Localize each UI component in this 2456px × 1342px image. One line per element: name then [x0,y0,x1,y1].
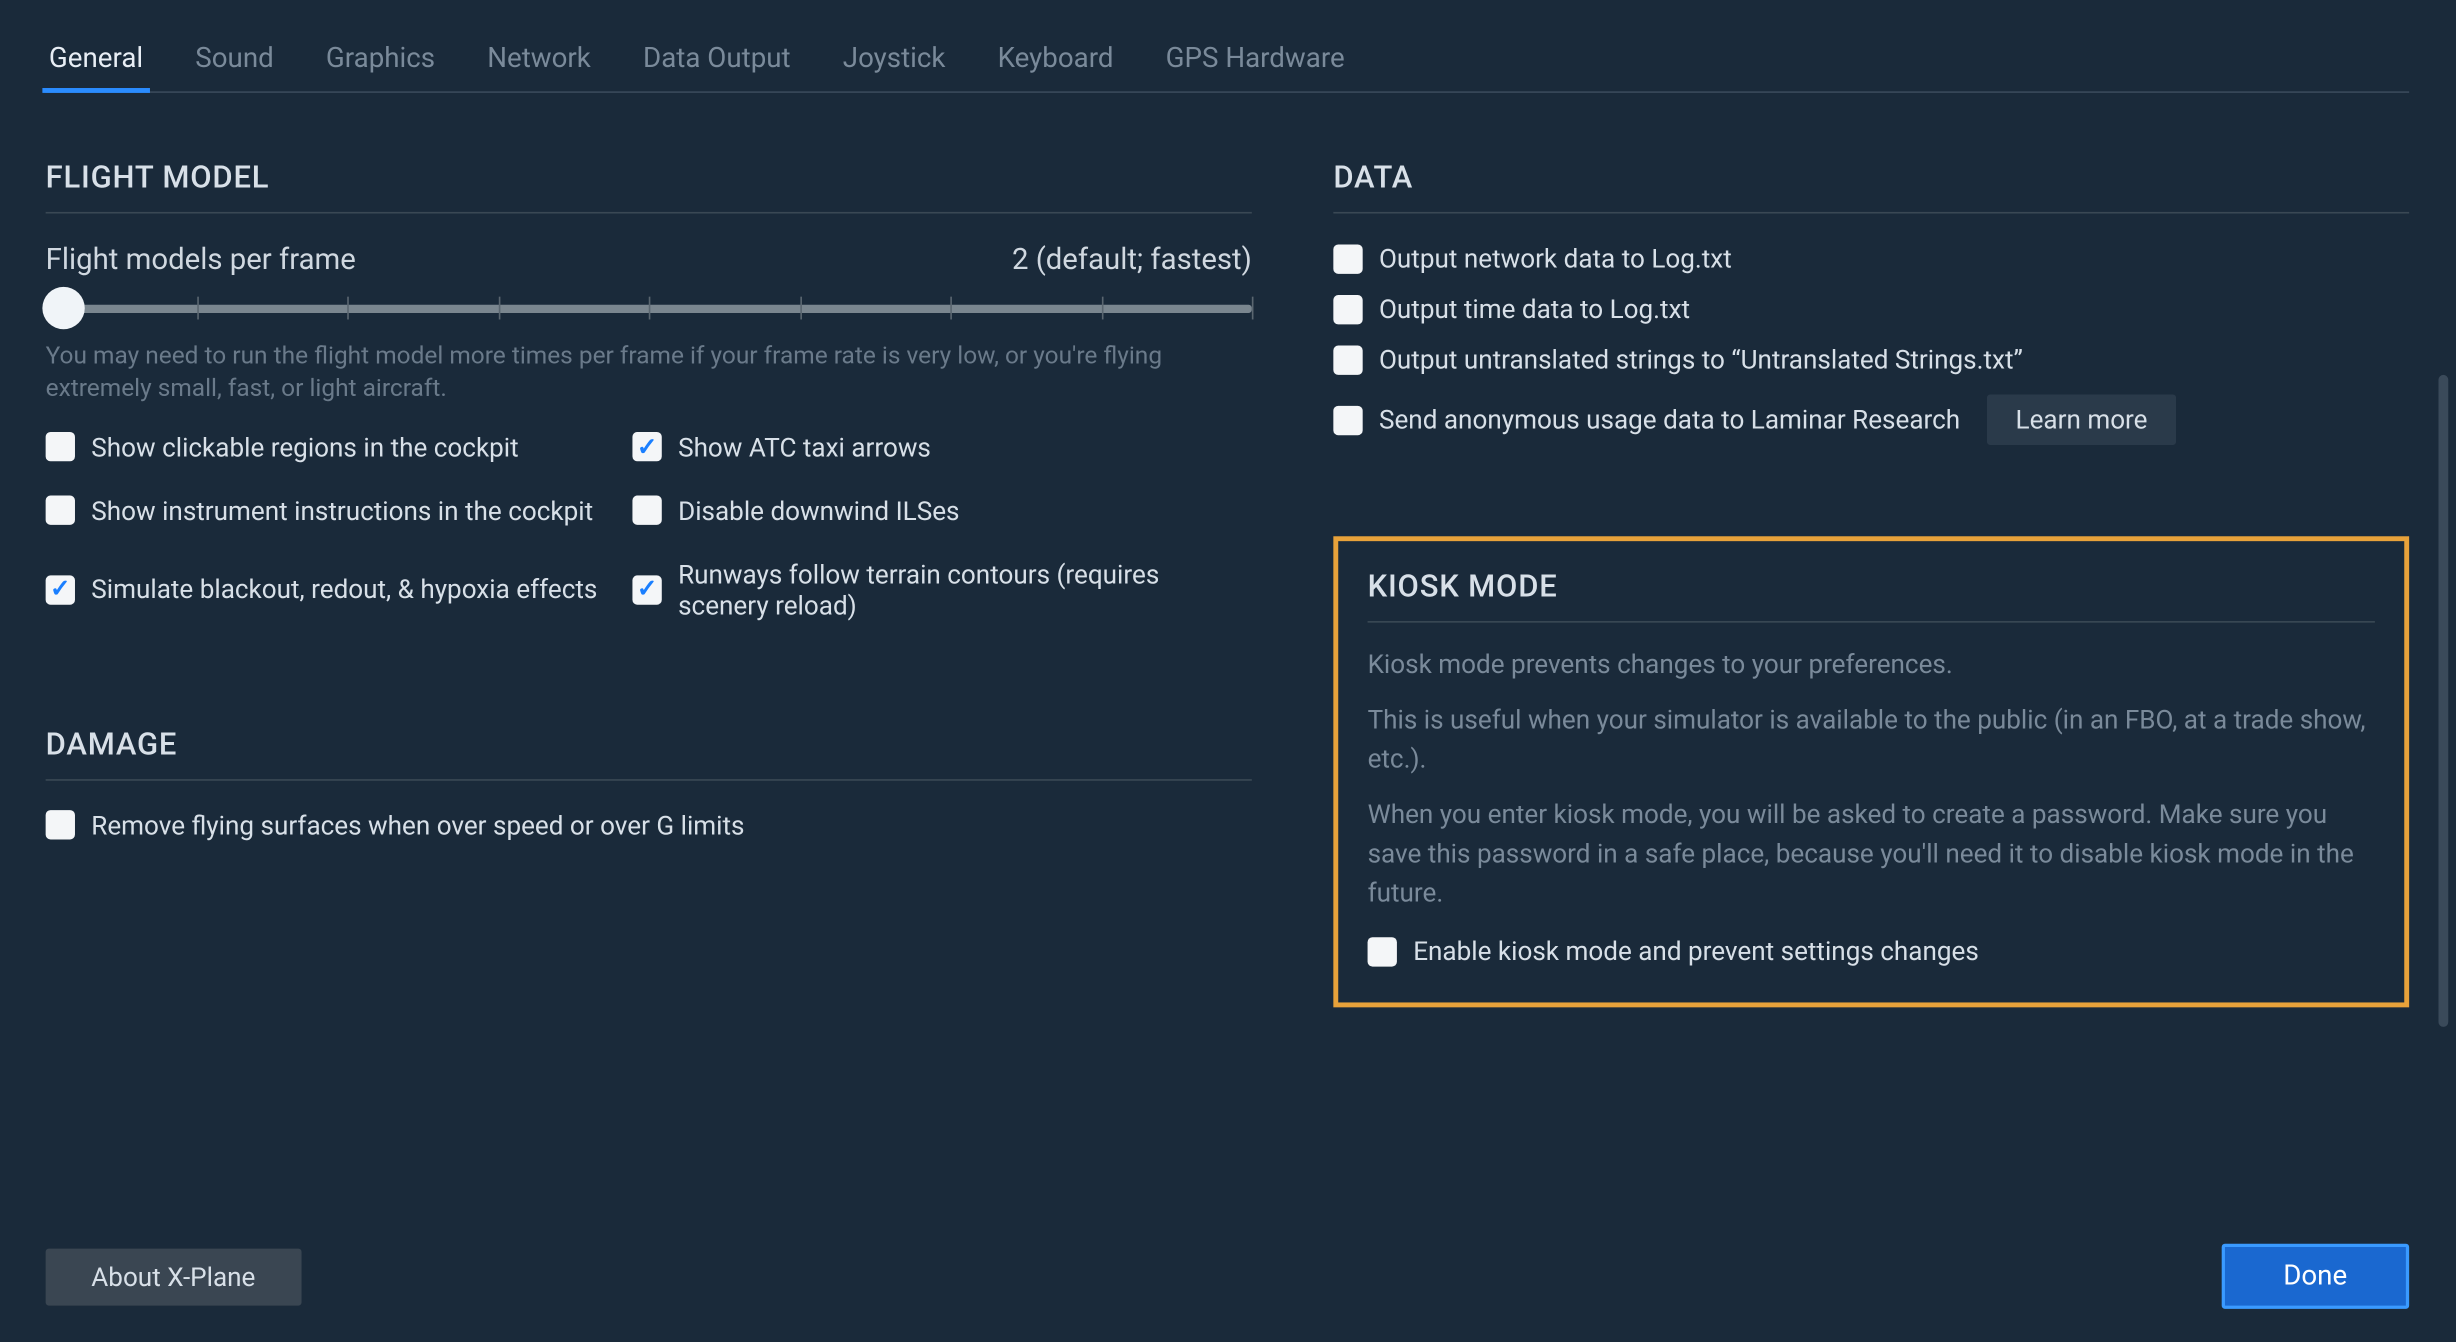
checkbox-icon [46,575,75,604]
done-button[interactable]: Done [2221,1244,2409,1309]
check-output-untranslated[interactable]: Output untranslated strings to “Untransl… [1333,344,2409,375]
tab-gps-hardware[interactable]: GPS Hardware [1162,33,1348,92]
settings-tabs: General Sound Graphics Network Data Outp… [46,33,2410,93]
slider-thumb[interactable] [42,287,84,329]
learn-more-button[interactable]: Learn more [1986,394,2177,445]
checkbox-icon [632,496,661,525]
flight-model-heading: FLIGHT MODEL [46,158,1252,213]
checkbox-icon [46,496,75,525]
checkbox-label: Show clickable regions in the cockpit [91,431,518,462]
checkbox-label: Send anonymous usage data to Laminar Res… [1379,404,1960,435]
tab-data-output[interactable]: Data Output [640,33,794,92]
slider-label: Flight models per frame [46,243,356,277]
checkbox-icon [1333,294,1362,323]
check-remove-surfaces[interactable]: Remove flying surfaces when over speed o… [46,809,1252,840]
check-clickable-regions[interactable]: Show clickable regions in the cockpit [46,431,633,462]
check-blackout[interactable]: Simulate blackout, redout, & hypoxia eff… [46,558,633,620]
checkbox-icon [1368,936,1397,965]
kiosk-text-3: When you enter kiosk mode, you will be a… [1368,795,2375,912]
slider-help-text: You may need to run the flight model mor… [46,339,1252,405]
tab-graphics[interactable]: Graphics [323,33,439,92]
check-disable-downwind[interactable]: Disable downwind ILSes [632,495,1251,526]
tab-sound[interactable]: Sound [192,33,277,92]
data-heading: DATA [1333,158,2409,213]
tab-network[interactable]: Network [484,33,594,92]
checkbox-label: Runways follow terrain contours (require… [678,558,1252,620]
check-instrument-instructions[interactable]: Show instrument instructions in the cock… [46,495,633,526]
check-output-network[interactable]: Output network data to Log.txt [1333,243,2409,274]
tab-keyboard[interactable]: Keyboard [994,33,1116,92]
checkbox-icon [1333,244,1362,273]
tab-general[interactable]: General [46,33,147,92]
kiosk-text-2: This is useful when your simulator is av… [1368,701,2375,779]
checkbox-icon [46,432,75,461]
check-enable-kiosk[interactable]: Enable kiosk mode and prevent settings c… [1368,936,2375,967]
checkbox-icon [1333,405,1362,434]
kiosk-mode-section: KIOSK MODE Kiosk mode prevents changes t… [1333,536,2409,1007]
check-atc-taxi[interactable]: Show ATC taxi arrows [632,431,1251,462]
checkbox-icon [46,810,75,839]
checkbox-icon [1333,345,1362,374]
kiosk-text-1: Kiosk mode prevents changes to your pref… [1368,645,2375,684]
check-runways-terrain[interactable]: Runways follow terrain contours (require… [632,558,1251,620]
checkbox-icon [632,432,661,461]
check-output-time[interactable]: Output time data to Log.txt [1333,293,2409,324]
checkbox-label: Output network data to Log.txt [1379,243,1732,274]
checkbox-label: Show ATC taxi arrows [678,431,931,462]
checkbox-label: Simulate blackout, redout, & hypoxia eff… [91,574,597,605]
check-send-usage[interactable]: Send anonymous usage data to Laminar Res… [1333,404,1960,435]
flight-models-slider[interactable] [46,290,1252,326]
damage-heading: DAMAGE [46,725,1252,780]
tab-joystick[interactable]: Joystick [840,33,949,92]
kiosk-heading: KIOSK MODE [1368,567,2375,622]
about-button[interactable]: About X-Plane [46,1248,301,1305]
checkbox-label: Output time data to Log.txt [1379,293,1690,324]
scrollbar[interactable] [2438,375,2448,1027]
checkbox-icon [632,575,661,604]
checkbox-label: Disable downwind ILSes [678,495,959,526]
checkbox-label: Output untranslated strings to “Untransl… [1379,344,2023,375]
checkbox-label: Show instrument instructions in the cock… [91,495,593,526]
checkbox-label: Remove flying surfaces when over speed o… [91,809,744,840]
checkbox-label: Enable kiosk mode and prevent settings c… [1413,936,1979,967]
slider-value: 2 (default; fastest) [1012,243,1252,277]
